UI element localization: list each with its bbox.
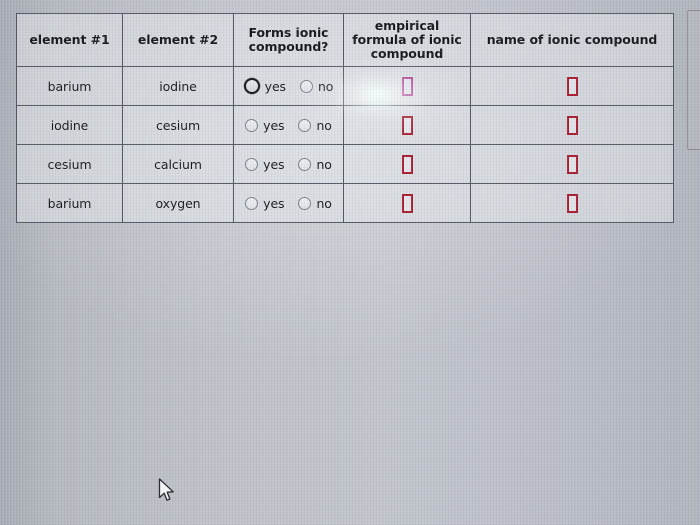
table-row: barium oxygen yes no xyxy=(16,183,674,223)
column-header-element-2: element #2 xyxy=(122,13,234,67)
empirical-formula-input[interactable] xyxy=(401,193,413,213)
radio-button-no-icon[interactable] xyxy=(299,79,313,93)
cell-compound-name xyxy=(470,66,674,106)
cell-forms-ionic-compound: yes no xyxy=(233,144,344,184)
radio-group-forms-ionic: yes no xyxy=(234,78,343,94)
radio-button-yes-icon[interactable] xyxy=(245,118,259,132)
cell-forms-ionic-compound: yes no xyxy=(233,183,344,223)
cell-element-2: iodine xyxy=(122,66,234,106)
radio-option-yes[interactable]: yes xyxy=(245,156,285,172)
radio-group-forms-ionic: yes no xyxy=(234,157,343,172)
header-line-2: compound? xyxy=(248,39,329,54)
cell-empirical-formula xyxy=(343,144,471,184)
radio-label-no: no xyxy=(316,156,332,172)
column-header-element-1: element #1 xyxy=(16,13,123,67)
radio-label-no: no xyxy=(316,117,332,133)
cell-forms-ionic-compound: yes no xyxy=(233,105,344,145)
cell-empirical-formula xyxy=(343,66,471,106)
cell-empirical-formula xyxy=(343,105,471,145)
table-row: iodine cesium yes no xyxy=(16,105,674,145)
radio-option-no[interactable]: no xyxy=(298,195,332,211)
ionic-compound-table: element #1 element #2 Forms ionic compou… xyxy=(16,13,674,223)
radio-label-yes: yes xyxy=(263,195,285,211)
radio-label-no: no xyxy=(317,78,334,94)
table-row: barium iodine yes no xyxy=(16,66,674,106)
cell-element-1: cesium xyxy=(16,144,123,184)
radio-button-no-icon[interactable] xyxy=(298,196,312,210)
radio-option-no[interactable]: no xyxy=(298,117,332,133)
empirical-formula-input[interactable] xyxy=(401,154,413,174)
cell-element-1: barium xyxy=(16,183,123,223)
empirical-formula-input[interactable] xyxy=(401,76,413,96)
column-header-empirical-formula: empirical formula of ionic compound xyxy=(343,13,471,67)
compound-name-input[interactable] xyxy=(566,76,578,96)
table-row: cesium calcium yes no xyxy=(16,144,674,184)
radio-button-no-icon[interactable] xyxy=(298,118,312,132)
radio-label-yes: yes xyxy=(263,117,285,133)
column-header-name-of-ionic-compound: name of ionic compound xyxy=(470,13,674,67)
screen-photo-surface: element #1 element #2 Forms ionic compou… xyxy=(0,0,700,525)
table-header-row: element #1 element #2 Forms ionic compou… xyxy=(16,13,674,67)
header-line-1: Forms ionic xyxy=(248,25,329,40)
radio-button-yes-icon[interactable] xyxy=(245,157,259,171)
cell-element-1: iodine xyxy=(16,105,123,145)
cell-empirical-formula xyxy=(343,183,471,223)
radio-button-no-icon[interactable] xyxy=(298,157,312,171)
compound-name-input[interactable] xyxy=(566,115,578,135)
radio-option-yes[interactable]: yes xyxy=(245,117,285,133)
table-header: element #1 element #2 Forms ionic compou… xyxy=(16,13,674,67)
compound-name-input[interactable] xyxy=(566,193,578,213)
cell-compound-name xyxy=(470,183,674,223)
radio-label-yes: yes xyxy=(264,78,286,94)
header-line-2: formula of ionic xyxy=(352,32,462,47)
radio-option-no[interactable]: no xyxy=(299,78,334,94)
radio-group-forms-ionic: yes no xyxy=(234,196,343,211)
radio-button-yes-icon[interactable] xyxy=(243,78,260,94)
mouse-cursor-icon xyxy=(158,478,176,504)
radio-option-no[interactable]: no xyxy=(298,156,332,172)
radio-option-yes[interactable]: yes xyxy=(245,195,285,211)
cell-element-1: barium xyxy=(16,66,123,106)
header-line-3: compound xyxy=(370,46,444,61)
radio-label-no: no xyxy=(316,195,332,211)
cell-compound-name xyxy=(470,105,674,145)
table-body: barium iodine yes no iodine cesium yes n… xyxy=(16,66,674,223)
cell-compound-name xyxy=(470,144,674,184)
cell-forms-ionic-compound: yes no xyxy=(233,66,344,106)
radio-option-yes[interactable]: yes xyxy=(243,78,286,94)
radio-button-yes-icon[interactable] xyxy=(245,196,259,210)
empirical-formula-input[interactable] xyxy=(401,115,413,135)
cell-element-2: calcium xyxy=(122,144,234,184)
radio-label-yes: yes xyxy=(263,156,285,172)
column-header-forms-ionic-compound: Forms ionic compound? xyxy=(233,13,344,67)
cutoff-panel-edge xyxy=(687,10,700,150)
radio-group-forms-ionic: yes no xyxy=(234,118,343,133)
cell-element-2: oxygen xyxy=(122,183,234,223)
compound-name-input[interactable] xyxy=(566,154,578,174)
cell-element-2: cesium xyxy=(122,105,234,145)
header-line-1: empirical xyxy=(374,18,440,33)
